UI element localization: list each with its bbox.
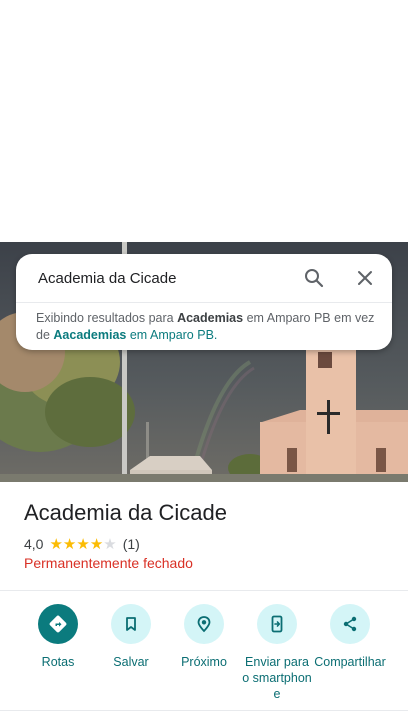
nearby-button[interactable]: Próximo <box>167 604 241 670</box>
share-icon <box>330 604 370 644</box>
review-count: (1) <box>122 536 140 552</box>
notice-shown-term[interactable]: Academias <box>177 311 243 325</box>
notice-alt-location[interactable]: em Amparo PB. <box>130 328 218 342</box>
search-divider <box>16 302 392 303</box>
action-bar: Rotas Salvar Próximo Enviar para o smart… <box>0 604 408 704</box>
close-icon[interactable] <box>353 266 377 290</box>
star-filled-icon: ★ <box>49 535 63 553</box>
star-filled-icon: ★ <box>76 535 90 553</box>
directions-button[interactable]: Rotas <box>21 604 95 670</box>
search-icon[interactable] <box>302 266 326 290</box>
directions-label: Rotas <box>41 655 75 669</box>
nearby-icon <box>184 604 224 644</box>
blank-area <box>0 0 408 242</box>
star-filled-icon: ★ <box>62 535 77 553</box>
star-empty-icon: ★ <box>103 535 117 553</box>
send-to-phone-label: Enviar para o smartphone <box>242 655 312 701</box>
directions-icon <box>38 604 78 644</box>
star-filled-icon: ★ <box>89 535 104 553</box>
section-divider-bottom <box>0 710 408 711</box>
nearby-label: Próximo <box>181 655 227 669</box>
notice-alt-term[interactable]: Aacademias <box>53 328 126 342</box>
share-label: Compartilhar <box>314 655 386 669</box>
bookmark-icon <box>111 604 151 644</box>
section-divider-top <box>0 590 408 591</box>
share-button[interactable]: Compartilhar <box>313 604 387 670</box>
place-title: Academia da Cicade <box>24 500 228 525</box>
save-label: Salvar <box>113 655 149 669</box>
search-correction-notice: Exibindo resultados para Academias em Am… <box>36 310 380 344</box>
rating-value: 4,0 <box>24 536 44 552</box>
business-status: Permanentemente fechado <box>24 555 193 571</box>
send-to-phone-button[interactable]: Enviar para o smartphone <box>240 604 314 702</box>
save-button[interactable]: Salvar <box>94 604 168 670</box>
rating-row[interactable]: 4,0 ★ ★ ★ ★ ★ (1) <box>24 535 140 553</box>
search-card: Exibindo resultados para Academias em Am… <box>16 254 392 350</box>
send-to-phone-icon <box>257 604 297 644</box>
notice-prefix: Exibindo resultados para <box>36 311 174 325</box>
search-bar <box>16 254 392 302</box>
search-input[interactable] <box>38 267 288 289</box>
star-rating: ★ ★ ★ ★ ★ <box>49 537 116 552</box>
